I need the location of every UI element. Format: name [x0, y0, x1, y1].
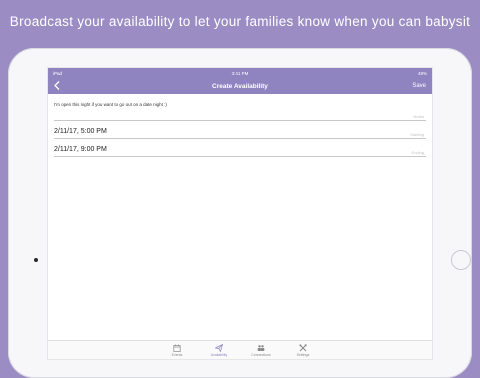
- ending-value: 2/11/17, 9:00 PM: [54, 145, 107, 153]
- notes-text: I'm open this night if you want to go ou…: [54, 102, 167, 107]
- tab-connections[interactable]: Connections: [240, 341, 282, 359]
- camera-dot: [34, 258, 38, 262]
- tab-availability-label: Availability: [210, 352, 228, 357]
- starting-field[interactable]: 2/11/17, 5:00 PM Starting: [54, 124, 426, 139]
- tab-settings[interactable]: Settings: [282, 341, 324, 359]
- home-button[interactable]: [451, 250, 471, 270]
- tab-connections-label: Connections: [251, 352, 271, 357]
- paper-plane-icon: [215, 343, 223, 352]
- page-title: Create Availability: [212, 82, 268, 90]
- save-button[interactable]: Save: [412, 83, 426, 89]
- app-screen: iPad 3:41 PM 49% Create Availability Sav…: [47, 67, 433, 360]
- tab-settings-label: Settings: [296, 352, 310, 357]
- chevron-left-glyph: [54, 80, 60, 90]
- notes-field[interactable]: I'm open this night if you want to go ou…: [54, 102, 426, 121]
- tools-icon: [299, 343, 307, 351]
- chevron-left-icon[interactable]: [54, 80, 60, 92]
- tab-events-label: Events: [171, 352, 183, 357]
- calendar-icon: [173, 344, 181, 352]
- nav-bar: Create Availability Save: [48, 78, 432, 94]
- clock-label: 3:41 PM: [231, 70, 249, 76]
- promo-banner: Broadcast your availability to let your …: [9, 13, 471, 29]
- notes-hint: Notes: [413, 114, 424, 119]
- starting-hint: Starting: [410, 132, 424, 137]
- starting-value: 2/11/17, 5:00 PM: [54, 127, 107, 135]
- ending-field[interactable]: 2/11/17, 9:00 PM Ending: [54, 142, 426, 157]
- ending-hint: Ending: [411, 150, 424, 155]
- tab-bar: Events Availability Connections Settings: [48, 340, 432, 359]
- tab-availability[interactable]: Availability: [198, 341, 240, 359]
- availability-form: I'm open this night if you want to go ou…: [48, 94, 432, 157]
- status-bar: iPad 3:41 PM 49%: [48, 68, 432, 78]
- battery-label: 49%: [417, 70, 427, 76]
- tab-events[interactable]: Events: [156, 341, 198, 359]
- people-icon: [257, 344, 265, 351]
- carrier-label: iPad: [53, 70, 63, 76]
